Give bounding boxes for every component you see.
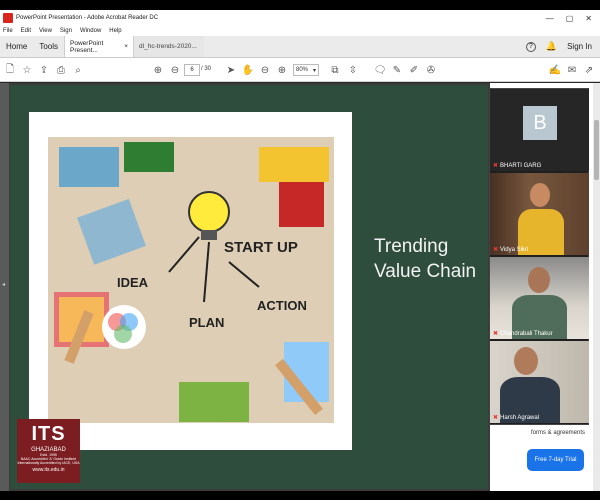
menu-sign[interactable]: Sign [60,28,72,34]
scrollbar-thumb[interactable] [594,120,599,180]
muted-mic-icon: ✖ [493,415,499,421]
person-head [514,347,538,375]
tab-label: PowerPoint Present... [70,39,104,54]
bell-icon[interactable]: 🔔 [546,41,557,52]
fill-sign-icon[interactable]: ✍ [548,63,562,77]
participant-tile[interactable]: ✖ Harsh Agrawal [490,341,589,423]
next-page-icon[interactable]: ⊖ [168,63,182,77]
logo-url: www.its.edu.in [32,467,65,473]
search-icon[interactable]: ⌕ [71,63,85,77]
panel-cta-text: forms & agreements [531,430,586,436]
sign-in-button[interactable]: Sign In [567,42,592,51]
muted-mic-icon: ✖ [493,163,499,169]
tab-powerpoint-presentation[interactable]: PowerPoint Present... × [64,36,135,57]
share-icon[interactable]: ⇗ [582,63,596,77]
zoom-value: 80% [296,67,309,73]
participant-name: ✖ Chandrabali Thakur [493,331,553,337]
heading-line-2: Value Chain [374,261,477,282]
menu-edit[interactable]: Edit [21,28,31,34]
upload-icon[interactable]: ⇪ [37,63,51,77]
plan-text: PLAN [189,315,224,330]
help-icon[interactable]: ? [525,41,536,52]
heading-line-1: Trending [374,236,449,257]
bottom-black-bar [0,491,600,500]
maximize-button[interactable]: ▢ [566,14,574,23]
close-window-button[interactable]: ✕ [585,14,592,23]
minimize-button[interactable]: — [546,14,554,23]
slide-heading: Trending Value Chain [374,234,476,284]
logo-name: ITS [31,423,66,445]
participant-name: ✖ Harsh Agrawal [493,415,540,421]
menu-view[interactable]: View [39,28,52,34]
avatar: B [523,106,557,140]
tab-label: dl_hc-trends-2020... [139,43,197,50]
its-logo: ITS GHAZIABAD Estd. 1995 NAAC Accredited… [17,419,80,483]
page-number-input[interactable]: 6 [184,64,200,76]
window-titlebar: PowerPoint Presentation - Adobe Acrobat … [0,10,600,26]
tab-dl-hc-trends[interactable]: dl_hc-trends-2020... [134,36,205,57]
participant-name: ✖ BHARTI GARG [493,163,542,169]
scroll-mode-icon[interactable]: ⇳ [346,63,360,77]
participant-tile[interactable]: ✖ Chandrabali Thakur [490,257,589,339]
free-trial-button[interactable]: Free 7-day Trial [527,449,584,471]
expand-panel-icon: ◂ [2,282,6,288]
person-head [528,267,550,293]
participant-name: ✖ Vidya Sikri [493,247,529,253]
menu-file[interactable]: File [3,28,13,34]
page-total: / 30 [201,66,212,72]
bookmark-star-icon[interactable]: ☆ [20,63,34,77]
tab-bar: Home Tools PowerPoint Present... × dl_hc… [0,36,600,58]
chevron-down-icon: ▾ [312,67,316,74]
previous-page-icon[interactable]: ⊕ [151,63,165,77]
menu-window[interactable]: Window [80,28,101,34]
stamp-icon[interactable]: ✇ [424,63,438,77]
toolbar: 🗋 ☆ ⇪ ⎙ ⌕ ⊕ ⊖ 6 / 30 ➤ ✋ ⊖ ⊕ 80% ▾ ⧉ ⇳ 🗨 … [0,58,600,82]
highlight-pen-icon[interactable]: ✎ [390,63,404,77]
window-title: PowerPoint Presentation - Adobe Acrobat … [16,15,159,21]
start-up-text: START UP [224,239,298,256]
logo-intl-accreditation: Internationally Accredited by IACE, USA [17,461,80,465]
person-head [530,183,550,207]
comment-icon[interactable]: 🗨 [373,63,387,77]
mail-icon[interactable]: ✉ [565,63,579,77]
tab-home[interactable]: Home [0,36,33,57]
create-pdf-icon[interactable]: 🗋 [3,63,17,77]
select-cursor-icon[interactable]: ➤ [224,63,238,77]
print-icon[interactable]: ⎙ [54,63,68,77]
menu-bar: File Edit View Sign Window Help [0,26,600,36]
muted-mic-icon: ✖ [493,247,499,253]
zoom-in-icon[interactable]: ⊕ [275,63,289,77]
left-panel-toggle[interactable]: ◂ [0,83,9,491]
zoom-select[interactable]: 80% ▾ [293,64,319,76]
startup-doodle-image: START UP IDEA PLAN ACTION [48,137,334,423]
fit-page-icon[interactable]: ⧉ [328,63,342,77]
muted-mic-icon: ✖ [493,331,499,337]
acrobat-app-icon [3,13,13,23]
tab-tools[interactable]: Tools [33,36,64,57]
hand-tool-icon[interactable]: ✋ [241,63,255,77]
participant-tile[interactable]: ✖ Vidya Sikri [490,173,589,255]
menu-help[interactable]: Help [109,28,121,34]
action-text: ACTION [257,298,307,313]
draw-icon[interactable]: ✐ [407,63,421,77]
close-tab-icon[interactable]: × [124,43,128,50]
participant-tile[interactable]: B ✖ BHARTI GARG [490,89,589,171]
slide-image-card: START UP IDEA PLAN ACTION [29,112,352,450]
idea-text: IDEA [117,275,149,290]
top-black-bar [0,0,600,10]
zoom-out-icon[interactable]: ⊖ [258,63,272,77]
